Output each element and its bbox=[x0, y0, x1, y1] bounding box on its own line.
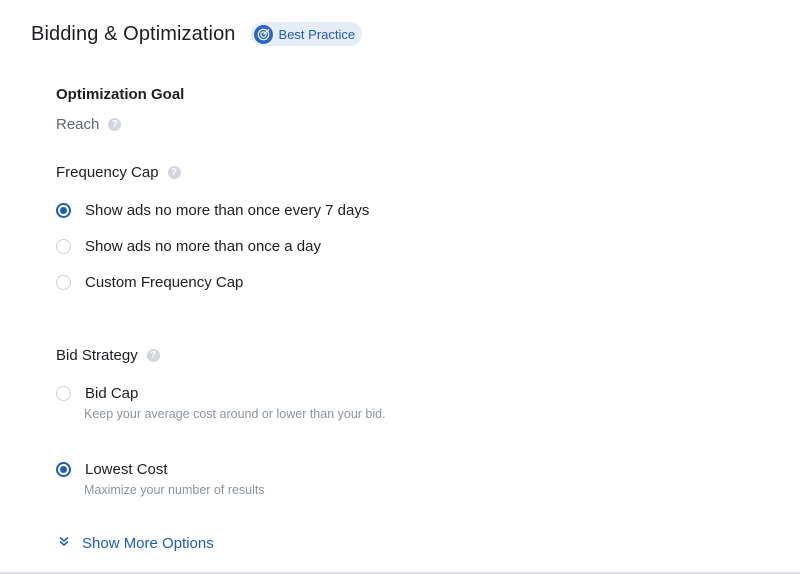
bid-strategy-label-text: Bid Strategy bbox=[56, 347, 138, 364]
bid-strategy-help-icon[interactable]: ? bbox=[146, 349, 160, 362]
bid-option-bid-cap-description: Keep your average cost around or lower t… bbox=[84, 407, 386, 421]
bid-option-lowest-cost-radio[interactable] bbox=[56, 462, 71, 477]
frequency-cap-help-icon[interactable]: ? bbox=[167, 166, 181, 179]
frequency-option-once-a-day-radio[interactable] bbox=[56, 239, 71, 254]
optimization-goal-label: Optimization Goal bbox=[56, 86, 184, 103]
show-more-options-link[interactable]: Show More Options bbox=[58, 534, 214, 552]
double-chevron-down-icon bbox=[58, 534, 70, 552]
bid-strategy-label: Bid Strategy ? bbox=[56, 347, 160, 364]
best-practice-badge[interactable]: Best Practice bbox=[250, 22, 363, 46]
optimization-goal-value-text: Reach bbox=[56, 116, 100, 133]
frequency-option-custom-label: Custom Frequency Cap bbox=[85, 274, 244, 291]
bid-option-lowest-cost-description: Maximize your number of results bbox=[84, 483, 265, 497]
best-practice-icon bbox=[253, 24, 273, 44]
bid-option-bid-cap-radio[interactable] bbox=[56, 386, 71, 401]
frequency-option-once-a-day[interactable]: Show ads no more than once a day bbox=[56, 238, 321, 255]
frequency-option-every-7-days-label: Show ads no more than once every 7 days bbox=[85, 202, 370, 219]
show-more-options-label: Show More Options bbox=[82, 534, 214, 552]
frequency-option-every-7-days-radio[interactable] bbox=[56, 203, 71, 218]
bid-option-bid-cap-label: Bid Cap bbox=[85, 385, 139, 402]
section-header: Bidding & Optimization Best Practice bbox=[31, 22, 363, 46]
best-practice-label: Best Practice bbox=[278, 26, 356, 42]
frequency-option-custom-radio[interactable] bbox=[56, 275, 71, 290]
frequency-cap-label-text: Frequency Cap bbox=[56, 164, 159, 181]
frequency-cap-label: Frequency Cap ? bbox=[56, 164, 181, 181]
section-title: Bidding & Optimization bbox=[31, 22, 236, 45]
optimization-goal-label-text: Optimization Goal bbox=[56, 86, 185, 103]
frequency-option-custom[interactable]: Custom Frequency Cap bbox=[56, 274, 243, 291]
frequency-option-every-7-days[interactable]: Show ads no more than once every 7 days bbox=[56, 202, 369, 219]
bid-option-lowest-cost[interactable]: Lowest Cost bbox=[56, 461, 168, 478]
bidding-optimization-panel: Bidding & Optimization Best Practice Opt… bbox=[0, 0, 800, 574]
bid-option-bid-cap[interactable]: Bid Cap bbox=[56, 385, 138, 402]
bid-option-lowest-cost-label: Lowest Cost bbox=[85, 461, 168, 478]
frequency-option-once-a-day-label: Show ads no more than once a day bbox=[85, 238, 321, 255]
optimization-goal-help-icon[interactable]: ? bbox=[108, 118, 122, 131]
optimization-goal-value: Reach ? bbox=[56, 116, 122, 133]
